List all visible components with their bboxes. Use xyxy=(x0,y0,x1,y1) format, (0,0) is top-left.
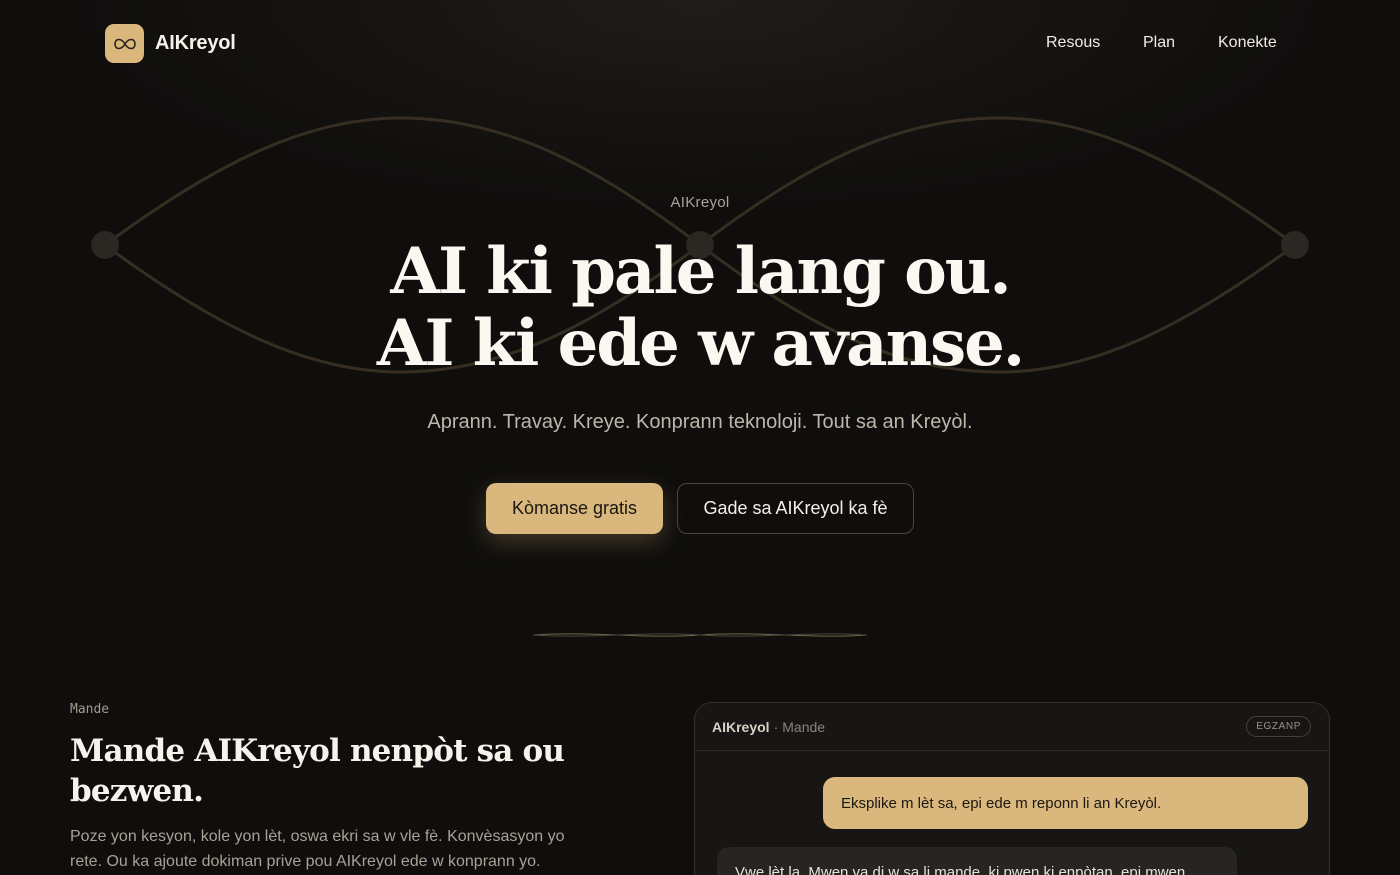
chat-separator: · xyxy=(773,718,779,735)
chat-example-card: AIKreyol · Mande EGZANP Eksplike m lèt s… xyxy=(694,702,1330,875)
wave-divider xyxy=(533,633,867,637)
chat-app-name: AIKreyol xyxy=(712,718,770,735)
site-header: AIKreyol Resous Plan Konekte xyxy=(0,0,1400,88)
hero-subtitle: Aprann. Travay. Kreye. Konprann teknoloj… xyxy=(427,411,973,433)
see-features-button[interactable]: Gade sa AIKreyol ka fè xyxy=(677,483,914,534)
hero-headline-line-1: AI ki pale lang ou. xyxy=(390,234,1011,309)
hero-eyebrow: AIKreyol xyxy=(670,194,730,211)
section-description: Poze yon kesyon, kole yon lèt, oswa ekri… xyxy=(70,828,565,870)
hero-headline-line-2: AI ki ede w avanse. xyxy=(376,306,1025,381)
brand-name: AIKreyol xyxy=(155,32,236,54)
nav-link-resous[interactable]: Resous xyxy=(1046,34,1100,52)
ai-message-bubble: Vwe lèt la. Mwen va di w sa li mande, ki… xyxy=(717,847,1237,875)
nav-link-plan[interactable]: Plan xyxy=(1143,34,1175,52)
brand-logo-link[interactable]: AIKreyol xyxy=(105,24,236,63)
chat-mode: Mande xyxy=(782,718,826,735)
section-title: Mande AIKreyol nenpòt sa ou bezwen. xyxy=(70,733,565,809)
section-label: Mande xyxy=(70,702,110,717)
chat-header: AIKreyol · Mande EGZANP xyxy=(695,703,1329,751)
start-free-button[interactable]: Kòmanse gratis xyxy=(486,483,663,534)
nav-link-konekte[interactable]: Konekte xyxy=(1218,34,1277,52)
infinity-icon xyxy=(105,24,144,63)
example-badge: EGZANP xyxy=(1246,716,1311,737)
hero-headline: AI ki pale lang ou. AI ki ede w avanse. xyxy=(0,236,1400,380)
user-message-bubble: Eksplike m lèt sa, epi ede m reponn li a… xyxy=(823,777,1308,829)
